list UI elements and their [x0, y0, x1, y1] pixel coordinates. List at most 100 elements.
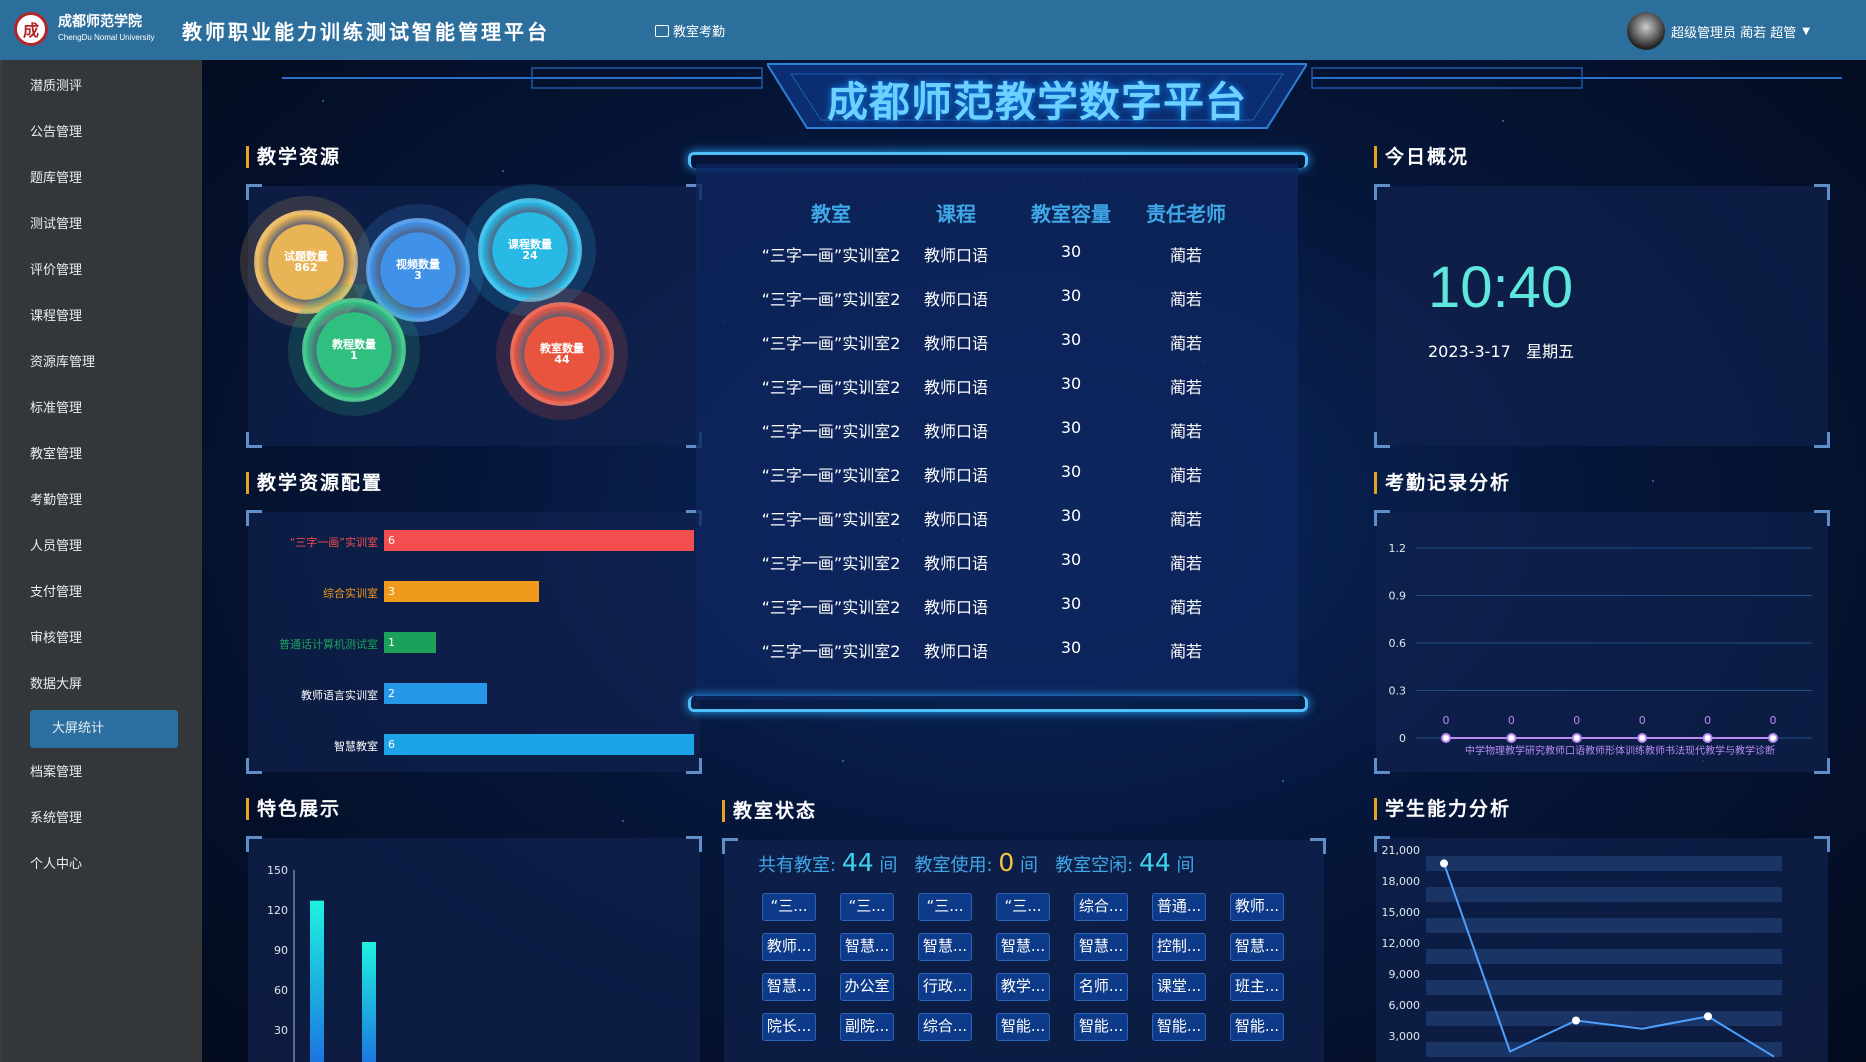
room-status-button[interactable]: “三... [918, 893, 972, 921]
star-dot [842, 760, 844, 762]
sidebar-item-courses[interactable]: 课程管理 [2, 294, 202, 340]
room-status-button[interactable]: 副院... [840, 1013, 894, 1041]
table-cell: 蔺若 [1169, 422, 1202, 441]
resource-bar: 6 [384, 530, 694, 551]
y-tick-label: 120 [267, 904, 288, 917]
room-status-button[interactable]: “三... [762, 893, 816, 921]
attendance-link[interactable]: 教室考勤 [655, 21, 725, 40]
bubble-value: 1 [350, 349, 358, 362]
room-status-button[interactable]: 教师... [1230, 893, 1284, 921]
room-status-button[interactable]: 智能... [1074, 1013, 1128, 1041]
star-dot [1502, 120, 1504, 122]
features-panel: 1501209060300 [246, 836, 702, 1062]
resources-panel: 试题数量 862 视频数量 3 课程数量 24 教程数量 1 教室数量 44 [240, 184, 702, 448]
sidebar-item-evaluation[interactable]: 评价管理 [2, 248, 202, 294]
room-status-button[interactable]: “三... [996, 893, 1050, 921]
y-tick-label: 18,000 [1382, 875, 1421, 888]
y-tick-label: 60 [274, 984, 288, 997]
room-status-button[interactable]: 智慧... [1230, 933, 1284, 961]
attendance-point [1702, 733, 1713, 743]
sidebar-item-resource-library[interactable]: 资源库管理 [2, 340, 202, 386]
table-cell: 30 [1060, 286, 1082, 305]
resource-bar-label: “三字一画”实训室 [289, 536, 378, 549]
room-status-button[interactable]: 教学... [996, 973, 1050, 1001]
y-tick-label: 15,000 [1382, 906, 1421, 919]
table-frame-bottom [688, 696, 1308, 712]
col-course: 课程 [936, 202, 976, 226]
sidebar: 潜质测评 公告管理 题库管理 测试管理 评价管理 课程管理 资源库管理 标准管理… [0, 60, 202, 1062]
sidebar-item-classrooms[interactable]: 教室管理 [2, 432, 202, 478]
table-cell: 教师口语 [923, 598, 988, 617]
sidebar-item-standards[interactable]: 标准管理 [2, 386, 202, 432]
room-status-button[interactable]: 智慧... [996, 933, 1050, 961]
sidebar-item-potential[interactable]: 潜质测评 [2, 64, 202, 110]
sidebar-item-payment[interactable]: 支付管理 [2, 570, 202, 616]
room-status-button[interactable]: 名师... [1074, 973, 1128, 1001]
room-status-button[interactable]: 智能... [996, 1013, 1050, 1041]
room-status-button[interactable]: 班主... [1230, 973, 1284, 1001]
room-status-button[interactable]: 院长... [762, 1013, 816, 1041]
sidebar-item-tests[interactable]: 测试管理 [2, 202, 202, 248]
room-status-button[interactable]: 教师... [762, 933, 816, 961]
top-bar: 成 成都师范学院 ChengDu Nomal University 教师职业能力… [0, 0, 1866, 60]
y-tick-label: 30 [274, 1024, 288, 1037]
room-status-button[interactable]: 行政... [918, 973, 972, 1001]
room-status-button[interactable]: 普通... [1152, 893, 1206, 921]
chevron-down-icon: ▼ [1802, 25, 1810, 37]
room-status-button[interactable]: 综合... [1074, 893, 1128, 921]
sidebar-item-review[interactable]: 审核管理 [2, 616, 202, 662]
table-cell: 30 [1060, 462, 1082, 481]
resource-bar-row: 教师语言实训室 2 [248, 683, 708, 705]
table-cell: 教师口语 [923, 466, 988, 485]
attendance-panel: 1.2 0.9 0.6 0.3 0 0 0 0 0 0 0 中学物理教学研究教师口语教师形体训练教师书… [1374, 510, 1830, 774]
table-cell: 教师口语 [923, 290, 988, 309]
room-status-button[interactable]: “三... [840, 893, 894, 921]
table-cell: 30 [1060, 638, 1082, 657]
bubble-stat[interactable]: 教室数量 44 [510, 302, 614, 406]
resource-bar-row: “三字一画”实训室 6 [248, 530, 708, 552]
attendance-point [1441, 733, 1451, 743]
room-status-button[interactable]: 办公室 [840, 973, 894, 1001]
resource-bar: 1 [384, 632, 436, 653]
sidebar-item-staff[interactable]: 人员管理 [2, 524, 202, 570]
sidebar-item-system[interactable]: 系统管理 [2, 796, 202, 842]
bubble-stat[interactable]: 课程数量 24 [478, 198, 582, 302]
dashboard-screen: 成都师范教学数字平台 教学资源 试题数量 862 视频数量 3 课程数量 24 教程数量 1 教… [202, 60, 1866, 1062]
room-status-button[interactable]: 智能... [1152, 1013, 1206, 1041]
sidebar-item-profile[interactable]: 个人中心 [2, 842, 202, 888]
room-status-button[interactable]: 智能... [1230, 1013, 1284, 1041]
bubble-value: 24 [522, 249, 538, 262]
sidebar-item-announcements[interactable]: 公告管理 [2, 110, 202, 156]
resource-bar: 2 [384, 683, 488, 704]
section-features: 特色展示 [246, 798, 341, 820]
user-menu[interactable]: 超级管理员 蔺若 超管 ▼ [1627, 12, 1810, 50]
grid-band [1426, 887, 1782, 902]
total-rooms: 44 [841, 848, 874, 877]
table-cell: 教师口语 [923, 246, 988, 265]
feature-bar [310, 900, 324, 1062]
student-ability-panel: 21,000 18,000 15,000 12,000 9,000 6,000 3,000 [1374, 836, 1830, 1062]
bubble-stat[interactable]: 教程数量 1 [302, 298, 406, 402]
y-tick-label: 1.2 [1389, 542, 1407, 555]
table-cell: 教师口语 [923, 378, 988, 397]
room-status-button[interactable]: 智慧... [840, 933, 894, 961]
avatar [1627, 12, 1666, 50]
sidebar-item-screen-stats[interactable]: 大屏统计 [30, 710, 178, 748]
school-name: 成都师范学院 ChengDu Nomal University [58, 14, 154, 46]
star-dot [622, 820, 624, 822]
attendance-value-label: 0 [1639, 714, 1646, 727]
sidebar-item-question-bank[interactable]: 题库管理 [2, 156, 202, 202]
section-resource-config: 教学资源配置 [246, 472, 383, 494]
room-status-button[interactable]: 控制... [1152, 933, 1206, 961]
classroom-status-summary: 共有教室: 44 间 教室使用: 0 间 教室空闲: 44 间 [758, 848, 1195, 877]
room-status-button[interactable]: 智慧... [762, 973, 816, 1001]
room-status-button[interactable]: 智慧... [1074, 933, 1128, 961]
table-cell: 蔺若 [1169, 378, 1202, 397]
sidebar-item-archives[interactable]: 档案管理 [2, 750, 202, 796]
sidebar-item-data-screen[interactable]: 数据大屏 [2, 662, 202, 708]
room-status-button[interactable]: 综合... [918, 1013, 972, 1041]
room-status-button[interactable]: 智慧... [918, 933, 972, 961]
room-status-button[interactable]: 课堂... [1152, 973, 1206, 1001]
section-today: 今日概况 [1374, 146, 1469, 168]
sidebar-item-attendance[interactable]: 考勤管理 [2, 478, 202, 524]
